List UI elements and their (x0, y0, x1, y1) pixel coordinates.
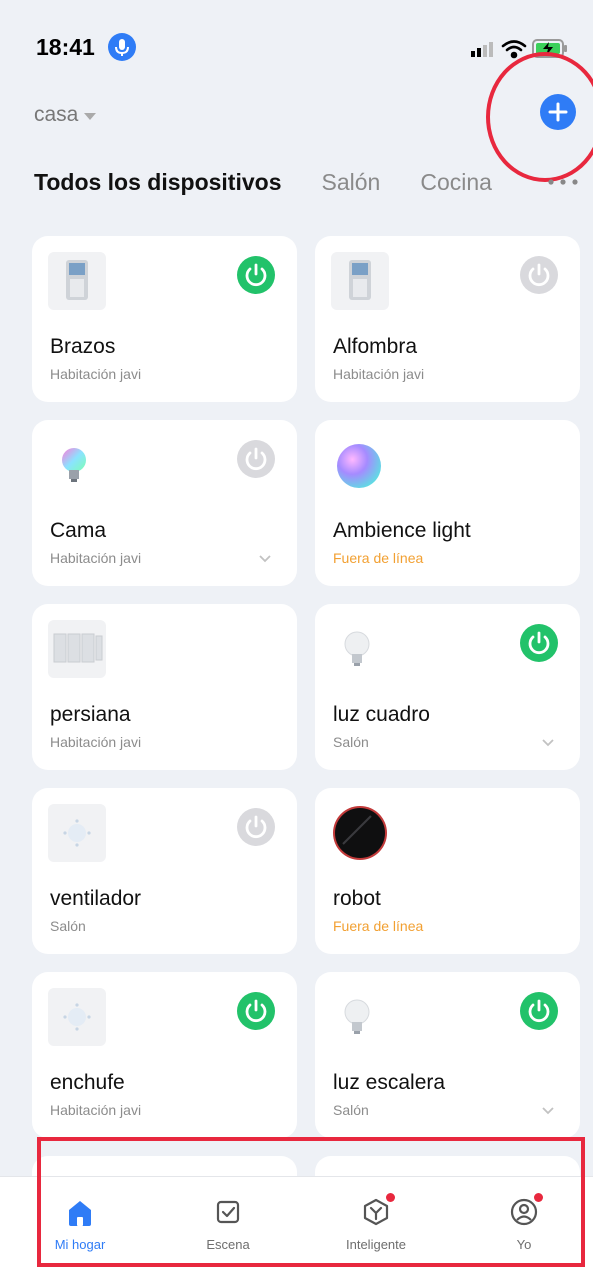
status-time: 18:41 (36, 34, 95, 60)
wifi-icon (501, 40, 527, 59)
device-name: ventilador (50, 887, 142, 910)
device-room: Salón (50, 918, 86, 934)
tab-cocina[interactable]: Cocina (420, 169, 492, 196)
device-card[interactable]: enchufe Habitación javi (32, 972, 297, 1138)
add-device-button[interactable] (540, 94, 576, 130)
device-room: Salón (333, 734, 369, 750)
device-card[interactable]: Alfombra Habitación javi (315, 236, 580, 402)
bottom-nav: Mi hogar Escena Inteligente Yo (0, 1176, 593, 1279)
plus-icon (548, 102, 568, 122)
device-card[interactable]: Ambience light Fuera de línea (315, 420, 580, 586)
notification-dot (386, 1193, 395, 1202)
device-card[interactable]: robot Fuera de línea (315, 788, 580, 954)
home-icon (69, 1201, 91, 1226)
nav-label: Mi hogar (54, 1237, 106, 1252)
nav-label: Yo (516, 1237, 532, 1252)
device-name: enchufe (50, 1071, 125, 1094)
power-icon (528, 999, 550, 1023)
device-name: robot (333, 887, 381, 910)
bulb-icon (344, 999, 370, 1034)
power-icon (245, 999, 267, 1023)
signal-icon (471, 42, 493, 57)
device-card-partial[interactable] (32, 1156, 297, 1176)
status-icons (471, 39, 567, 59)
device-card[interactable]: Cama Habitación javi (32, 420, 297, 586)
nav-mi-hogar[interactable]: Mi hogar (6, 1177, 154, 1279)
power-button[interactable] (237, 256, 275, 294)
device-name: persiana (50, 703, 131, 726)
device-room: Habitación javi (50, 1102, 142, 1118)
nav-escena[interactable]: Escena (154, 1177, 302, 1279)
device-name: Ambience light (333, 519, 471, 542)
fan-switch-icon (48, 988, 106, 1046)
nav-yo[interactable]: Yo (450, 1177, 593, 1279)
offline-status: Fuera de línea (333, 550, 424, 566)
home-name: casa (34, 103, 79, 126)
device-room: Habitación javi (50, 366, 142, 382)
power-icon (245, 447, 267, 471)
rgb-bulb-icon (62, 448, 86, 482)
power-icon (528, 263, 550, 287)
more-icon[interactable] (545, 172, 581, 192)
scene-icon (216, 1200, 240, 1224)
offline-status: Fuera de línea (333, 918, 424, 934)
power-button[interactable] (520, 992, 558, 1030)
power-icon (245, 263, 267, 287)
device-name: Cama (50, 519, 107, 542)
home-selector[interactable]: casa (34, 100, 97, 130)
battery-icon (532, 39, 567, 58)
device-room: Habitación javi (50, 550, 142, 566)
device-name: luz escalera (333, 1071, 446, 1094)
device-name: Brazos (50, 335, 116, 358)
smart-plug-icon (48, 252, 106, 310)
device-room: Salón (333, 1102, 369, 1118)
smart-plug-icon (331, 252, 389, 310)
power-button[interactable] (520, 624, 558, 662)
power-icon (528, 631, 550, 655)
device-card[interactable]: luz escalera Salón (315, 972, 580, 1138)
nav-label: Inteligente (346, 1237, 406, 1252)
device-name: Alfombra (333, 335, 418, 358)
chevron-down-icon[interactable] (541, 1106, 555, 1116)
device-name: luz cuadro (333, 703, 430, 726)
power-icon (245, 815, 267, 839)
notification-dot (534, 1193, 543, 1202)
microphone-icon (108, 33, 136, 61)
device-card[interactable]: luz cuadro Salón (315, 604, 580, 770)
power-button[interactable] (520, 256, 558, 294)
device-room: Habitación javi (333, 366, 425, 382)
blinds-icon (48, 620, 106, 678)
device-card[interactable]: persiana Habitación javi (32, 604, 297, 770)
chevron-down-icon[interactable] (258, 554, 272, 564)
device-card[interactable]: ventilador Salón (32, 788, 297, 954)
power-button[interactable] (237, 440, 275, 478)
ambience-light-icon (337, 444, 381, 488)
nav-label: Escena (206, 1237, 250, 1252)
nav-inteligente[interactable]: Inteligente (302, 1177, 450, 1279)
room-tabs: Todos los dispositivos Salón Cocina (34, 162, 593, 202)
device-card[interactable]: Brazos Habitación javi (32, 236, 297, 402)
chevron-down-icon[interactable] (541, 738, 555, 748)
status-bar: 18:41 (0, 0, 593, 90)
device-card-partial[interactable] (315, 1156, 580, 1176)
tab-salon[interactable]: Salón (322, 169, 381, 196)
caret-down-icon (84, 113, 97, 120)
robot-vacuum-icon (333, 806, 387, 860)
power-button[interactable] (237, 808, 275, 846)
device-room: Habitación javi (50, 734, 142, 750)
fan-switch-icon (48, 804, 106, 862)
power-button[interactable] (237, 992, 275, 1030)
tab-all-devices[interactable]: Todos los dispositivos (34, 169, 282, 196)
bulb-icon (344, 631, 370, 666)
